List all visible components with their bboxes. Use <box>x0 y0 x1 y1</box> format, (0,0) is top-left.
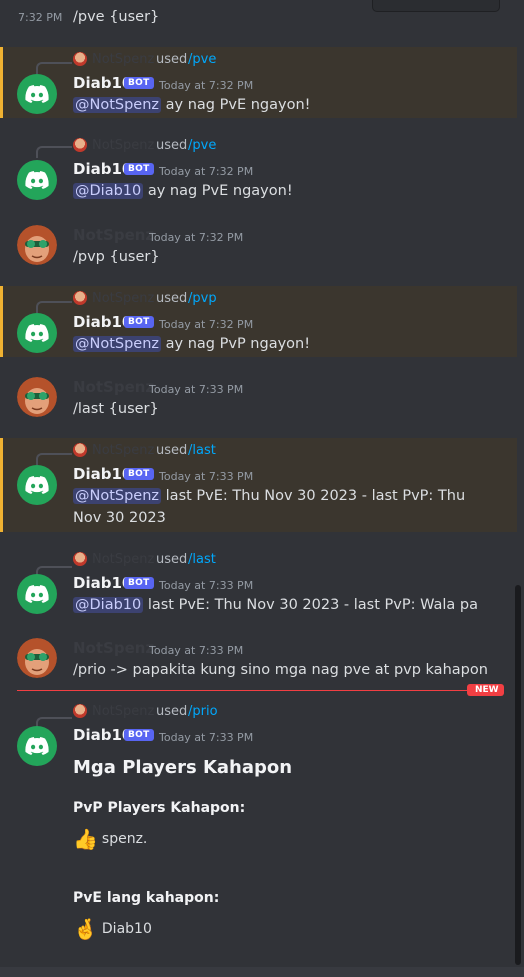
timestamp: Today at 7:33 PM <box>149 644 244 657</box>
reply-connector <box>36 301 72 313</box>
timestamp: Today at 7:32 PM <box>149 231 244 244</box>
reply-command-link[interactable]: /pve <box>188 52 216 67</box>
bot-badge: BOT <box>124 316 154 328</box>
reply-avatar[interactable] <box>73 52 87 66</box>
message-actions-toolbar[interactable] <box>372 0 500 12</box>
reply-used-label: used <box>156 138 188 153</box>
reply-avatar[interactable] <box>73 704 87 718</box>
message-text: @Diab10 last PvE: Thu Nov 30 2023 - last… <box>73 594 478 616</box>
bot-badge: BOT <box>124 729 154 741</box>
reply-connector <box>36 453 72 465</box>
discord-icon <box>25 85 49 103</box>
user-avatar-image <box>17 638 57 678</box>
timestamp: Today at 7:33 PM <box>149 383 244 396</box>
reply-command-link[interactable]: /last <box>188 443 216 458</box>
reply-username[interactable]: NotSpenz <box>92 52 154 67</box>
message-text-continued: Nov 30 2023 <box>73 510 166 526</box>
bot-avatar[interactable] <box>17 726 57 766</box>
timestamp: Today at 7:32 PM <box>159 318 254 331</box>
embed-field-name: PvP Players Kahapon: <box>73 800 246 816</box>
embed-title: Mga Players Kahapon <box>73 757 293 778</box>
discord-icon <box>25 585 49 603</box>
reply-used-label: used <box>156 552 188 567</box>
bot-avatar[interactable] <box>17 465 57 505</box>
timestamp: 7:32 PM <box>18 11 63 24</box>
user-avatar-image <box>17 377 57 417</box>
bot-badge: BOT <box>124 77 154 89</box>
reply-command-link[interactable]: /pve <box>188 138 216 153</box>
bot-badge: BOT <box>124 468 154 480</box>
new-messages-divider <box>17 690 487 691</box>
message-text: @Diab10 ay nag PvE ngayon! <box>73 180 293 202</box>
reply-used-label: used <box>156 704 188 719</box>
discord-icon <box>25 171 49 189</box>
message-body: ay nag PvE ngayon! <box>161 97 311 113</box>
message-text: @NotSpenz ay nag PvP ngayon! <box>73 333 310 355</box>
bot-avatar[interactable] <box>17 74 57 114</box>
reply-used-label: used <box>156 291 188 306</box>
message-body: last PvE: Thu Nov 30 2023 - last PvP: Wa… <box>143 597 478 613</box>
message-text: /last {user} <box>73 401 159 417</box>
user-mention[interactable]: @NotSpenz <box>73 336 162 352</box>
timestamp: Today at 7:32 PM <box>159 79 254 92</box>
reply-used-label: used <box>156 52 188 67</box>
user-mention[interactable]: @NotSpenz <box>73 488 162 504</box>
message-text: /pve {user} <box>73 9 160 25</box>
user-mention[interactable]: @NotSpenz <box>73 97 162 113</box>
discord-icon <box>25 737 49 755</box>
reply-avatar[interactable] <box>73 291 87 305</box>
reply-username[interactable]: NotSpenz <box>92 704 154 719</box>
message-text: @NotSpenz ay nag PvE ngayon! <box>73 94 310 116</box>
reply-username[interactable]: NotSpenz <box>92 138 154 153</box>
user-mention[interactable]: @Diab10 <box>73 183 144 199</box>
timestamp: Today at 7:33 PM <box>159 579 254 592</box>
username[interactable]: NotSpenz <box>73 226 154 244</box>
reply-avatar[interactable] <box>73 443 87 457</box>
user-avatar[interactable] <box>17 638 57 678</box>
reply-username[interactable]: NotSpenz <box>92 291 154 306</box>
bot-badge: BOT <box>124 163 154 175</box>
message-body: ay nag PvE ngayon! <box>143 183 293 199</box>
bot-avatar[interactable] <box>17 574 57 614</box>
username[interactable]: NotSpenz <box>73 639 154 657</box>
reply-used-label: used <box>156 443 188 458</box>
reply-avatar[interactable] <box>73 138 87 152</box>
message-body: last PvE: Thu Nov 30 2023 - last PvP: Th… <box>161 488 466 504</box>
embed-field-name: PvE lang kahapon: <box>73 890 220 906</box>
message-text: @NotSpenz last PvE: Thu Nov 30 2023 - la… <box>73 485 465 507</box>
reply-username[interactable]: NotSpenz <box>92 552 154 567</box>
bot-badge: BOT <box>124 577 154 589</box>
timestamp: Today at 7:33 PM <box>159 470 254 483</box>
discord-icon <box>25 324 49 342</box>
message-text: /prio -> papakita kung sino mga nag pve … <box>73 662 488 678</box>
embed-field-text: Diab10 <box>101 921 152 937</box>
reply-command-link[interactable]: /pvp <box>188 291 217 306</box>
reply-connector <box>36 146 72 158</box>
message-text: /pvp {user} <box>73 249 160 265</box>
timestamp: Today at 7:33 PM <box>159 731 254 744</box>
bot-avatar[interactable] <box>17 313 57 353</box>
embed-field-value: 👍 spenz. <box>73 827 147 851</box>
timestamp: Today at 7:32 PM <box>159 165 254 178</box>
new-messages-badge: NEW <box>467 684 504 696</box>
bot-avatar[interactable] <box>17 160 57 200</box>
username[interactable]: NotSpenz <box>73 378 154 396</box>
embed-field-text: spenz. <box>101 831 148 847</box>
message-body: ay nag PvP ngayon! <box>161 336 311 352</box>
user-mention[interactable]: @Diab10 <box>73 597 144 613</box>
reply-command-link[interactable]: /last <box>188 552 216 567</box>
reply-username[interactable]: NotSpenz <box>92 443 154 458</box>
reply-connector <box>36 62 72 74</box>
user-avatar[interactable] <box>17 377 57 417</box>
message-input-bar[interactable] <box>0 967 524 977</box>
reply-avatar[interactable] <box>73 552 87 566</box>
user-avatar[interactable] <box>17 225 57 265</box>
discord-icon <box>25 476 49 494</box>
scrollbar[interactable] <box>515 585 521 965</box>
user-avatar-image <box>17 225 57 265</box>
embed-field-value: 🤞 Diab10 <box>73 917 152 941</box>
reply-command-link[interactable]: /prio <box>188 704 218 719</box>
crossed-fingers-icon: 🤞 <box>73 917 98 941</box>
thumbs-up-icon: 👍 <box>73 827 98 851</box>
